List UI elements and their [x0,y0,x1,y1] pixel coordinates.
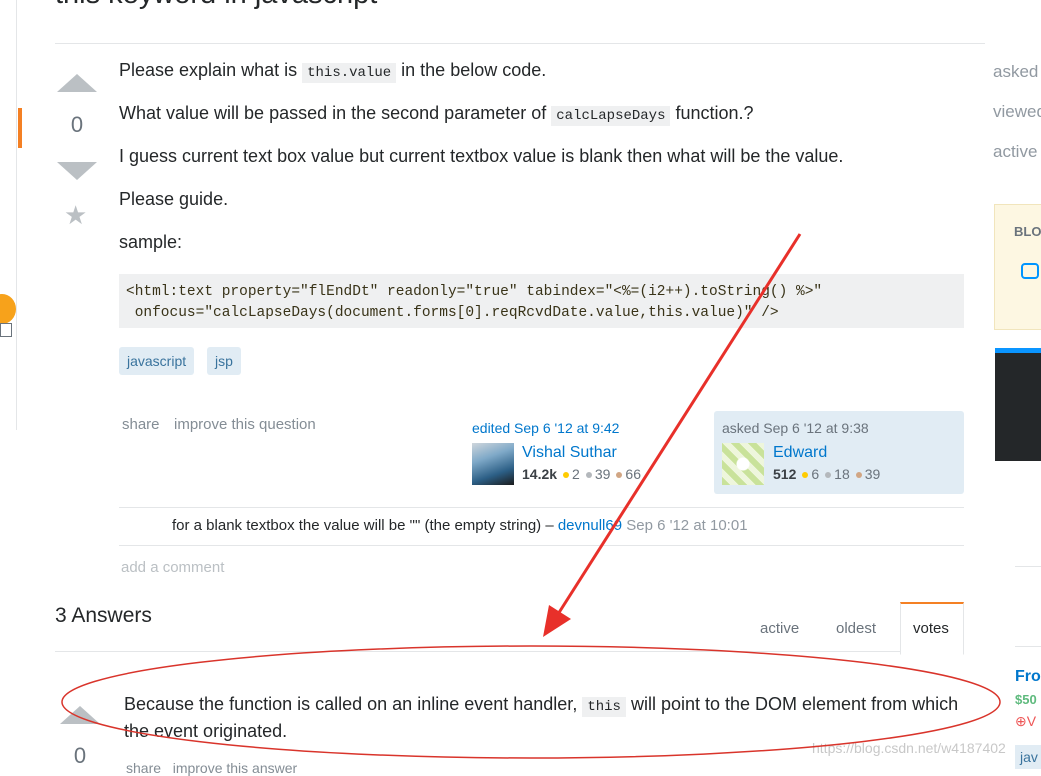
avatar[interactable] [472,443,514,485]
answer-post-menu: share improve this answer [126,760,297,776]
question-paragraph-3: I guess current text box value but curre… [119,146,844,166]
comment-divider [119,545,964,546]
left-nav-active-indicator [18,108,22,148]
tab-votes[interactable]: votes [913,620,949,637]
blog-widget-title: BLO [1014,224,1041,239]
asker-username[interactable]: Edward [773,444,827,462]
improve-answer-link[interactable]: improve this answer [173,760,298,776]
watermark: https://blog.csdn.net/w4187402 [812,740,1006,756]
sidebar-active-label: active [993,142,1038,161]
edited-timestamp[interactable]: edited Sep 6 '12 at 9:42 [472,420,619,436]
add-comment-link[interactable]: add a comment [121,559,224,576]
question-paragraph-2: What value will be passed in the second … [119,103,754,126]
tab-active[interactable]: active [760,620,799,637]
question-vote-count: 0 [70,112,84,137]
answer-body: Because the function is called on an inl… [124,694,959,741]
tab-oldest[interactable]: oldest [836,620,876,637]
editor-username[interactable]: Vishal Suthar [522,444,617,462]
page-title[interactable]: this keyword in javascript [55,0,377,11]
job-location: ⊕V [1015,713,1037,729]
title-divider [55,43,985,44]
comment-divider [119,507,964,508]
favorite-star-icon[interactable]: ★ [64,200,87,231]
tabs-divider [55,651,964,652]
sidebar-viewed-label: viewed [993,102,1041,121]
inline-code: this [582,697,626,717]
asker-reputation: 512 6 18 39 [773,466,881,482]
code-line-1: <html:text property="flEndDt" readonly="… [126,284,823,300]
sidebar-asked-label: asked [993,62,1039,81]
inline-code: calcLapseDays [551,106,671,126]
downvote-arrow-icon[interactable] [57,162,97,180]
editor-reputation: 14.2k 2 39 66 [522,466,641,482]
chat-bubble-icon [1021,263,1039,279]
tag-javascript[interactable]: javascript [119,347,195,375]
comment: for a blank textbox the value will be ""… [172,517,748,534]
sidebar-divider [1015,646,1041,647]
answer-upvote-arrow-icon[interactable] [60,706,100,724]
job-tag[interactable]: jav [1015,745,1041,769]
left-nav-edge [0,0,22,430]
tag-jsp[interactable]: jsp [207,347,241,375]
job-title-link[interactable]: Fro [1015,668,1041,686]
comment-time[interactable]: Sep 6 '12 at 10:01 [626,517,747,534]
answers-heading: 3 Answers [55,604,152,627]
asked-timestamp: asked Sep 6 '12 at 9:38 [722,420,869,436]
inline-code: this.value [302,63,397,83]
improve-question-link[interactable]: improve this question [174,416,316,433]
sidebar-divider [1015,566,1041,567]
code-line-2: onfocus="calcLapseDays(document.forms[0]… [126,305,779,321]
question-paragraph-1: Please explain what is this.value in the… [119,60,547,83]
answer-vote-count: 0 [73,743,87,768]
checkbox-icon [0,323,12,337]
annotation-arrow-head [543,605,571,637]
question-paragraph-5: sample: [119,232,183,252]
upvote-arrow-icon[interactable] [57,74,97,92]
comment-user[interactable]: devnull69 [558,517,622,534]
code-block: <html:text property="flEndDt" readonly="… [119,274,964,328]
question-paragraph-4: Please guide. [119,189,229,209]
avatar[interactable] [722,443,764,485]
share-link[interactable]: share [122,416,160,433]
job-salary: $50 [1015,692,1037,707]
answer-share-link[interactable]: share [126,760,161,776]
sidebar-ad[interactable] [995,348,1041,461]
